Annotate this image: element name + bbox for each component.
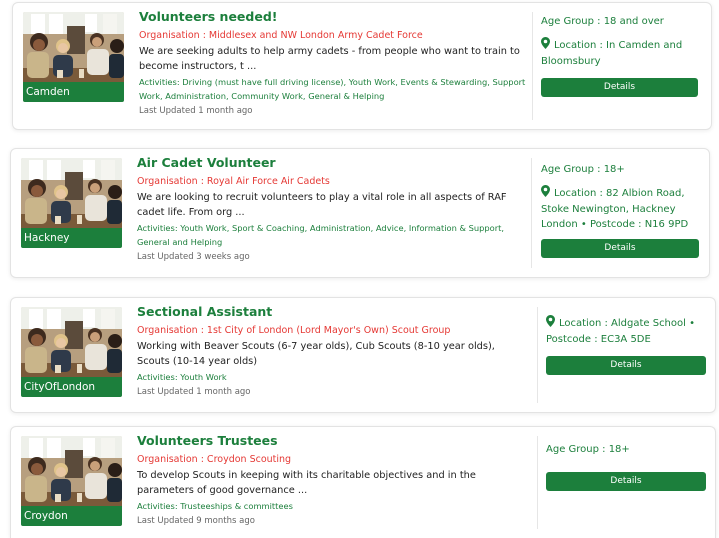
listing-main: Air Cadet Volunteer Organisation : Royal…: [137, 155, 529, 264]
card-divider: [532, 12, 533, 120]
map-pin-icon: [541, 185, 550, 202]
listing-location-tag: Hackney: [21, 228, 122, 248]
listing-main: Sectional Assistant Organisation : 1st C…: [137, 304, 529, 399]
listing-last-updated: Last Updated 1 month ago: [139, 106, 253, 116]
listing-location-tag: Croydon: [21, 506, 122, 526]
card-divider: [537, 436, 538, 529]
details-button[interactable]: Details: [546, 356, 706, 375]
listing-location: Location : In Camden and Bloomsbury: [541, 37, 701, 69]
listing-activities: Activities: Youth Work: [137, 372, 227, 382]
listing-age-group: Age Group : 18+: [541, 164, 625, 175]
card-divider: [537, 307, 538, 403]
listing-location-text: Location : Aldgate School: [559, 318, 686, 329]
listing-main: Volunteers Trustees Organisation : Croyd…: [137, 433, 529, 528]
listing-description: Working with Beaver Scouts (6-7 year old…: [137, 341, 495, 367]
listing-organisation: Organisation : Middlesex and NW London A…: [139, 30, 423, 41]
listing-side: Age Group : 18+ Location : 82 Albion Roa…: [541, 163, 701, 258]
listing-location: Location : Aldgate School • Postcode : E…: [546, 315, 711, 347]
listing-last-updated: Last Updated 3 weeks ago: [137, 252, 250, 262]
listing-activities: Activities: Trusteeships & committees: [137, 501, 293, 511]
listing-activities: Activities: Driving (must have full driv…: [139, 77, 526, 101]
listing-age-group: Age Group : 18 and over: [541, 16, 664, 27]
listing-main: Volunteers needed! Organisation : Middle…: [139, 9, 531, 118]
details-button[interactable]: Details: [541, 78, 698, 97]
details-button[interactable]: Details: [541, 239, 699, 258]
listing-card[interactable]: CityOfLondon Sectional Assistant Organis…: [10, 297, 716, 413]
listing-organisation: Organisation : Croydon Scouting: [137, 454, 292, 465]
listing-card[interactable]: Camden Volunteers needed! Organisation :…: [12, 2, 712, 130]
card-divider: [531, 158, 532, 268]
listing-postcode: Postcode : EC3A 5DE: [546, 334, 651, 345]
listing-side: Age Group : 18 and over Location : In Ca…: [541, 15, 701, 97]
listing-location-tag: Camden: [23, 82, 124, 102]
listing-title[interactable]: Volunteers Trustees: [137, 433, 529, 449]
listing-image[interactable]: Camden: [23, 12, 124, 102]
listing-age-group: Age Group : 18+: [546, 444, 630, 455]
listing-image[interactable]: Hackney: [21, 158, 122, 248]
listing-location: Location : 82 Albion Road, Stoke Newingt…: [541, 185, 701, 232]
listing-side: Age Group : 18+ Details: [546, 443, 711, 491]
listing-title[interactable]: Air Cadet Volunteer: [137, 155, 529, 171]
listing-last-updated: Last Updated 9 months ago: [137, 516, 255, 526]
listing-title[interactable]: Sectional Assistant: [137, 304, 529, 320]
listing-title[interactable]: Volunteers needed!: [139, 9, 531, 25]
listing-description: To develop Scouts in keeping with its ch…: [137, 470, 476, 496]
listing-card[interactable]: Hackney Air Cadet Volunteer Organisation…: [10, 148, 710, 278]
details-button[interactable]: Details: [546, 472, 706, 491]
listing-image[interactable]: CityOfLondon: [21, 307, 122, 397]
listing-last-updated: Last Updated 1 month ago: [137, 387, 251, 397]
separator-dot: •: [580, 219, 587, 230]
listing-location-tag: CityOfLondon: [21, 377, 122, 397]
listing-image[interactable]: Croydon: [21, 436, 122, 526]
listing-organisation: Organisation : 1st City of London (Lord …: [137, 325, 451, 336]
listing-description: We are looking to recruit volunteers to …: [137, 192, 507, 218]
map-pin-icon: [541, 37, 550, 54]
listing-description: We are seeking adults to help army cadet…: [139, 46, 520, 72]
listing-postcode: Postcode : N16 9PD: [589, 219, 689, 230]
listing-location-text: Location : In Camden and Bloomsbury: [541, 40, 683, 67]
listing-activities: Activities: Youth Work, Sport & Coaching…: [137, 223, 505, 247]
listing-card[interactable]: Croydon Volunteers Trustees Organisation…: [10, 426, 716, 538]
separator-dot: •: [689, 318, 696, 329]
map-pin-icon: [546, 315, 555, 332]
listing-organisation: Organisation : Royal Air Force Air Cadet…: [137, 176, 330, 187]
listing-side: Location : Aldgate School • Postcode : E…: [546, 315, 711, 375]
